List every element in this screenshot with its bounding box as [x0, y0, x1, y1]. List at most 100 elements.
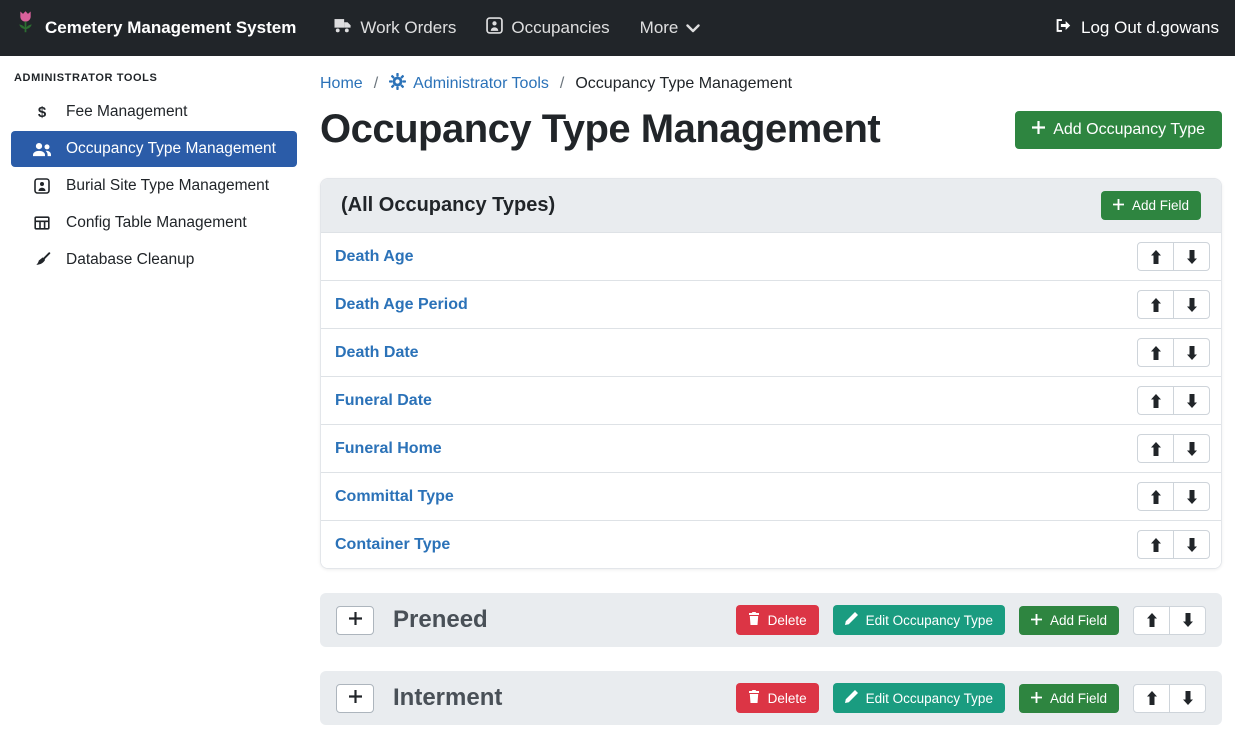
breadcrumb-current: Occupancy Type Management [575, 75, 792, 93]
chevron-down-icon [686, 18, 700, 38]
move-up-button[interactable] [1137, 482, 1174, 511]
main-content: Home / [308, 56, 1235, 738]
plus-icon [349, 612, 362, 628]
sidebar-item-fee-management[interactable]: $ Fee Management [11, 94, 297, 130]
top-navbar: Cemetery Management System Work Orders O… [0, 0, 1235, 56]
nav-occupancies[interactable]: Occupancies [486, 17, 609, 39]
field-row: Death Age [321, 232, 1221, 280]
breadcrumb: Home / [320, 73, 1222, 95]
field-link-death-date[interactable]: Death Date [335, 344, 419, 362]
move-down-button[interactable] [1169, 684, 1206, 713]
move-up-button[interactable] [1137, 434, 1174, 463]
reorder-controls [1137, 290, 1210, 319]
breadcrumb-home[interactable]: Home [320, 75, 363, 93]
move-up-button[interactable] [1137, 530, 1174, 559]
sidebar-heading: ADMINISTRATOR TOOLS [0, 60, 308, 94]
trash-icon [748, 612, 760, 628]
occupancy-type-name: Preneed [393, 606, 488, 634]
logout-icon [1054, 17, 1072, 39]
field-link-death-age-period[interactable]: Death Age Period [335, 296, 468, 314]
move-down-button[interactable] [1173, 290, 1210, 319]
add-field-button[interactable]: Add Field [1019, 684, 1119, 713]
add-occupancy-type-button[interactable]: Add Occupancy Type [1015, 111, 1222, 149]
dollar-icon: $ [31, 105, 53, 120]
occupancy-type-name: Interment [393, 684, 502, 712]
sidebar-item-occupancy-type-management[interactable]: Occupancy Type Management [11, 131, 297, 167]
tulip-logo-icon [16, 10, 35, 46]
move-down-button[interactable] [1173, 530, 1210, 559]
occupancy-person-frame-icon [486, 17, 503, 39]
person-frame-icon [31, 178, 53, 194]
nav-work-orders[interactable]: Work Orders [332, 18, 456, 38]
reorder-controls [1137, 386, 1210, 415]
truck-icon [332, 18, 352, 38]
move-up-button[interactable] [1137, 242, 1174, 271]
field-row: Container Type [321, 520, 1221, 568]
reorder-controls [1133, 606, 1206, 635]
plus-icon [1031, 691, 1042, 706]
reorder-controls [1137, 434, 1210, 463]
page-title: Occupancy Type Management [320, 107, 880, 152]
expand-button[interactable] [336, 684, 374, 713]
edit-occupancy-type-button[interactable]: Edit Occupancy Type [833, 683, 1005, 713]
delete-button[interactable]: Delete [736, 683, 819, 713]
delete-button[interactable]: Delete [736, 605, 819, 635]
occupancy-type-section-interment: Interment Delete Edit Occupancy Type [320, 671, 1222, 725]
breadcrumb-administrator-tools[interactable]: Administrator Tools [389, 73, 549, 95]
expand-button[interactable] [336, 606, 374, 635]
field-row: Death Date [321, 328, 1221, 376]
field-link-container-type[interactable]: Container Type [335, 536, 450, 554]
move-up-button[interactable] [1133, 684, 1170, 713]
move-down-button[interactable] [1173, 482, 1210, 511]
logout-link[interactable]: Log Out d.gowans [1054, 17, 1219, 39]
reorder-controls [1137, 338, 1210, 367]
brand: Cemetery Management System [16, 10, 296, 46]
gear-icon [389, 73, 406, 95]
reorder-controls [1133, 684, 1206, 713]
nav-more[interactable]: More [640, 18, 701, 38]
navbar-menu: Work Orders Occupancies More [332, 17, 700, 39]
field-row: Death Age Period [321, 280, 1221, 328]
sidebar-item-config-table-management[interactable]: Config Table Management [11, 205, 297, 241]
table-icon [31, 215, 53, 231]
users-icon [31, 142, 53, 157]
field-link-committal-type[interactable]: Committal Type [335, 488, 454, 506]
move-up-button[interactable] [1137, 338, 1174, 367]
reorder-controls [1137, 242, 1210, 271]
move-down-button[interactable] [1173, 242, 1210, 271]
move-down-button[interactable] [1169, 606, 1206, 635]
breadcrumb-separator: / [560, 75, 564, 93]
pencil-icon [845, 612, 858, 628]
app-title: Cemetery Management System [45, 18, 296, 38]
card-header: (All Occupancy Types) Add Field [321, 179, 1221, 232]
add-field-button[interactable]: Add Field [1101, 191, 1201, 220]
add-field-button[interactable]: Add Field [1019, 606, 1119, 635]
field-link-death-age[interactable]: Death Age [335, 248, 414, 266]
move-up-button[interactable] [1133, 606, 1170, 635]
move-down-button[interactable] [1173, 386, 1210, 415]
field-row: Committal Type [321, 472, 1221, 520]
field-row: Funeral Home [321, 424, 1221, 472]
field-link-funeral-date[interactable]: Funeral Date [335, 392, 432, 410]
field-row: Funeral Date [321, 376, 1221, 424]
move-down-button[interactable] [1173, 338, 1210, 367]
pencil-icon [845, 690, 858, 706]
plus-icon [1031, 613, 1042, 628]
sidebar: ADMINISTRATOR TOOLS $ Fee Management Occ… [0, 56, 308, 738]
trash-icon [748, 690, 760, 706]
card-title: (All Occupancy Types) [341, 194, 555, 217]
move-up-button[interactable] [1137, 290, 1174, 319]
edit-occupancy-type-button[interactable]: Edit Occupancy Type [833, 605, 1005, 635]
sidebar-item-database-cleanup[interactable]: Database Cleanup [11, 242, 297, 278]
plus-icon [1032, 121, 1045, 139]
plus-icon [1113, 198, 1124, 213]
plus-icon [349, 690, 362, 706]
sidebar-item-burial-site-type-management[interactable]: Burial Site Type Management [11, 168, 297, 204]
reorder-controls [1137, 482, 1210, 511]
all-occupancy-types-card: (All Occupancy Types) Add Field Death Ag… [320, 178, 1222, 569]
move-down-button[interactable] [1173, 434, 1210, 463]
field-link-funeral-home[interactable]: Funeral Home [335, 440, 442, 458]
move-up-button[interactable] [1137, 386, 1174, 415]
section-actions: Delete Edit Occupancy Type Add Field [736, 605, 1206, 635]
section-actions: Delete Edit Occupancy Type Add Field [736, 683, 1206, 713]
